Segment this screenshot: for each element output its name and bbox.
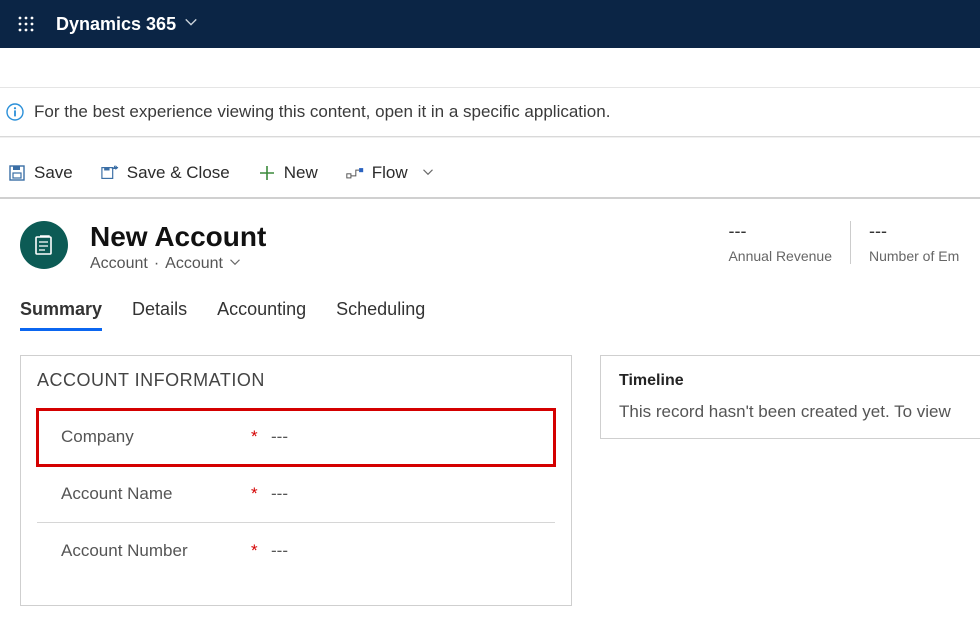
header-field-label: Number of Em (869, 248, 962, 264)
field-label: Company (61, 427, 251, 447)
save-button[interactable]: Save (8, 163, 73, 183)
header-field-number-of-employees[interactable]: --- Number of Em (850, 221, 980, 264)
form-body: ACCOUNT INFORMATION Company * --- Accoun… (0, 331, 980, 606)
tab-accounting[interactable]: Accounting (217, 299, 306, 331)
new-button[interactable]: New (258, 163, 318, 183)
save-icon (8, 164, 26, 182)
brand-title: Dynamics 365 (56, 14, 176, 35)
flow-label: Flow (372, 163, 408, 183)
spacer (0, 137, 980, 155)
field-label: Account Name (61, 484, 251, 504)
notification-bar: For the best experience viewing this con… (0, 88, 980, 137)
page-title: New Account (90, 221, 266, 253)
header-field-value: --- (728, 221, 832, 242)
command-bar: Save Save & Close New Flow (0, 155, 980, 199)
header-field-label: Annual Revenue (728, 248, 832, 264)
entity-name: Account (90, 255, 148, 273)
info-icon (6, 103, 24, 121)
section-title: ACCOUNT INFORMATION (37, 370, 555, 391)
section-account-information: ACCOUNT INFORMATION Company * --- Accoun… (20, 355, 572, 606)
field-value: --- (271, 541, 288, 561)
required-indicator: * (251, 427, 271, 447)
required-indicator: * (251, 484, 271, 504)
header-field-value: --- (869, 221, 962, 242)
save-close-label: Save & Close (127, 163, 230, 183)
tab-summary[interactable]: Summary (20, 299, 102, 331)
header-field-annual-revenue[interactable]: --- Annual Revenue (710, 221, 850, 264)
timeline-title: Timeline (619, 372, 962, 390)
field-value: --- (271, 427, 288, 447)
right-column: Timeline This record hasn't been created… (600, 355, 980, 606)
flow-button[interactable]: Flow (346, 163, 434, 183)
field-label: Account Number (61, 541, 251, 561)
header-fields: --- Annual Revenue --- Number of Em (710, 221, 980, 264)
save-close-button[interactable]: Save & Close (101, 163, 230, 183)
save-label: Save (34, 163, 73, 183)
field-account-number[interactable]: Account Number * --- (37, 523, 555, 579)
field-account-name[interactable]: Account Name * --- (37, 466, 555, 523)
tab-details[interactable]: Details (132, 299, 187, 331)
top-nav: Dynamics 365 (0, 0, 980, 48)
timeline-message: This record hasn't been created yet. To … (619, 402, 962, 422)
chevron-down-icon[interactable] (184, 15, 198, 34)
record-heading: New Account Account · Account (90, 221, 266, 273)
new-label: New (284, 163, 318, 183)
field-value: --- (271, 484, 288, 504)
chevron-down-icon[interactable] (229, 255, 241, 273)
flow-icon (346, 164, 364, 182)
form-name: Account (165, 255, 223, 273)
notification-text: For the best experience viewing this con… (34, 102, 610, 122)
chevron-down-icon (422, 163, 434, 183)
app-launcher-icon[interactable] (12, 10, 40, 38)
page-header: New Account Account · Account --- Annual… (0, 199, 980, 289)
breadcrumb: Account · Account (90, 255, 266, 273)
tab-scheduling[interactable]: Scheduling (336, 299, 425, 331)
save-close-icon (101, 164, 119, 182)
separator-dot: · (154, 255, 159, 273)
required-indicator: * (251, 541, 271, 561)
field-company[interactable]: Company * --- (37, 409, 555, 466)
blank-strip (0, 48, 980, 88)
record-icon (20, 221, 68, 269)
plus-icon (258, 164, 276, 182)
form-tabs: Summary Details Accounting Scheduling (0, 289, 980, 331)
timeline-card: Timeline This record hasn't been created… (600, 355, 980, 439)
